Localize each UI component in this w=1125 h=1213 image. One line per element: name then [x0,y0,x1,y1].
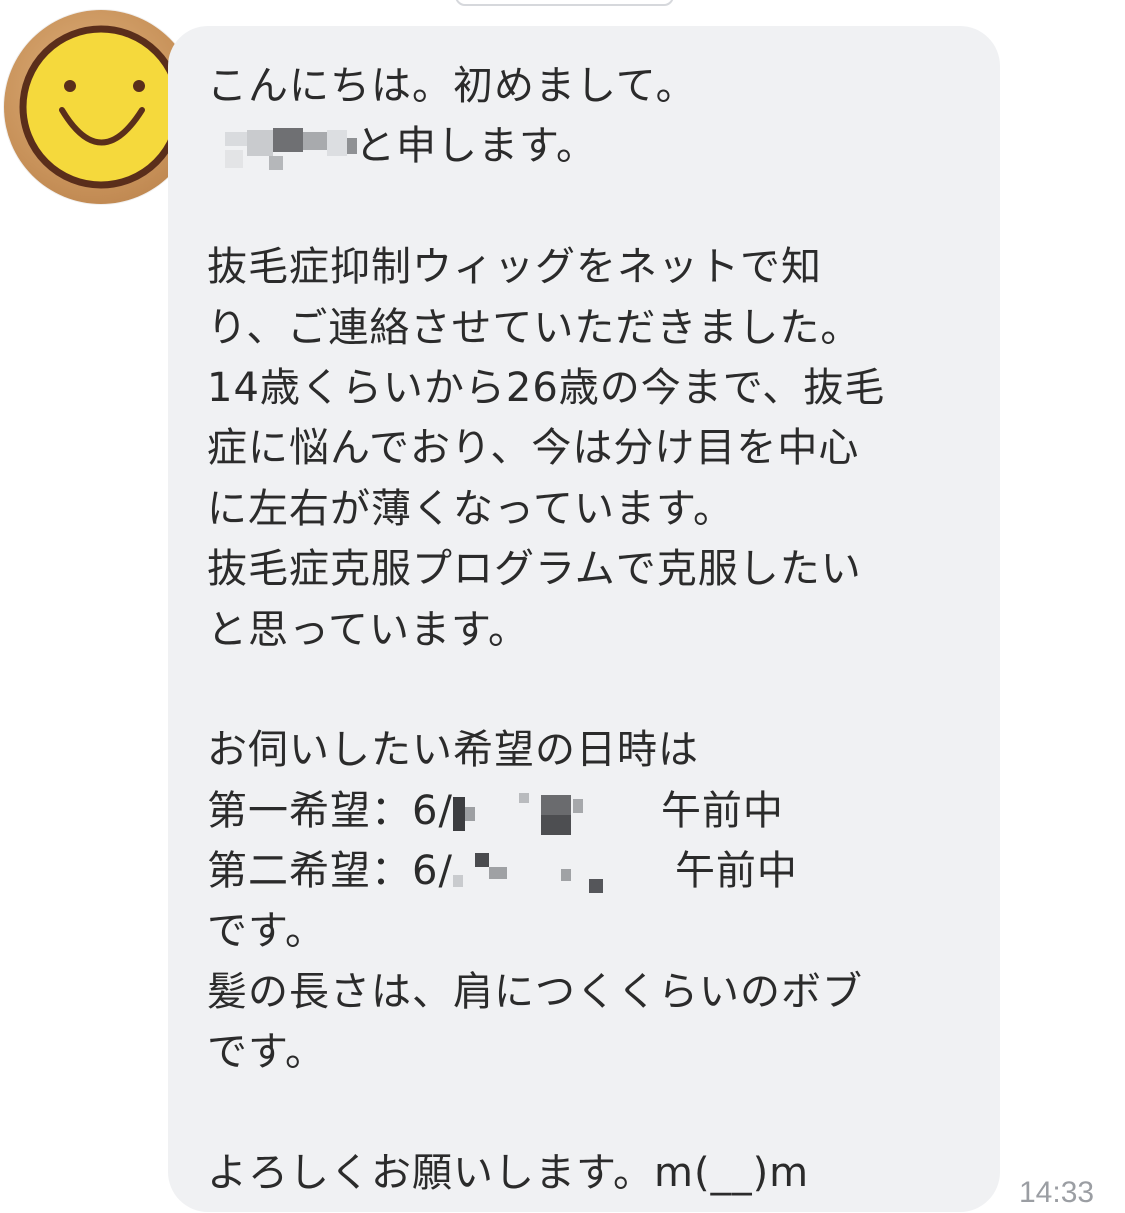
line-text: こんにちは。初めまして。 [207,63,697,109]
message-line: です。 [207,1022,885,1082]
message-line: 抜毛症克服プログラムで克服したい [207,539,885,599]
message-line [207,660,885,720]
message-line: と申します。 [207,116,885,176]
message-line: 14歳くらいから26歳の今まで、抜毛 [207,358,885,418]
line-text: 午前中 [674,848,798,895]
message-line: よろしくお願いします。m(__)m [207,1143,885,1203]
message-line: 第一希望：6/午前中 [207,781,885,841]
line-text: 症に悩んでおり、今は分け目を中心 [207,425,860,472]
message-line: 症に悩んでおり、今は分け目を中心 [207,418,885,478]
line-text: お伺いしたい希望の日時は [207,727,699,774]
line-text: 14歳くらいから26歳の今まで、抜毛 [207,364,886,411]
line-text: と思っています。 [207,606,529,653]
redacted-date-mosaic [452,853,675,894]
message-line: 第二希望：6/午前中 [207,841,885,901]
message-line: 抜毛症抑制ウィッグをネットで知 [207,237,885,297]
line-text: 午前中 [660,787,784,834]
message-line [207,177,885,237]
message-line: に左右が薄くなっています。 [207,479,885,539]
message-line: と思っています。 [207,600,885,660]
line-text: です。 [207,1029,326,1076]
top-handle [455,0,674,6]
line-text: 第二希望：6/ [207,848,453,895]
message-line: です。 [207,901,885,961]
message-text: こんにちは。初めまして。 と申します。 抜毛症抑制ウィッグをネットで知 り、ご連… [207,56,885,1203]
message-line: お伺いしたい希望の日時は [207,720,885,780]
redacted-date-mosaic [452,792,661,835]
message-line [207,1083,885,1143]
redacted-name-mosaic [207,128,357,171]
line-text: よろしくお願いします。m(__)m [207,1150,810,1197]
line-text: 髪の長さは、肩につくくらいのボブ [207,968,863,1015]
chat-screen: こんにちは。初めまして。 と申します。 抜毛症抑制ウィッグをネットで知 り、ご連… [0,0,1125,1213]
message-line: こんにちは。初めまして。 [207,56,885,116]
message-line: り、ご連絡させていただきました。 [207,298,885,358]
line-text: と申します。 [355,123,597,170]
line-text: 抜毛症克服プログラムで克服したい [207,546,862,593]
line-text: です。 [207,908,326,955]
line-text: に左右が薄くなっています。 [207,485,734,532]
message-line: 髪の長さは、肩につくくらいのボブ [207,962,885,1022]
line-text: 抜毛症抑制ウィッグをネットで知 [207,244,822,291]
line-text: 第一希望：6/ [207,787,453,834]
message-timestamp: 14:33 [1019,1176,1095,1209]
line-text: り、ご連絡させていただきました。 [207,304,862,351]
